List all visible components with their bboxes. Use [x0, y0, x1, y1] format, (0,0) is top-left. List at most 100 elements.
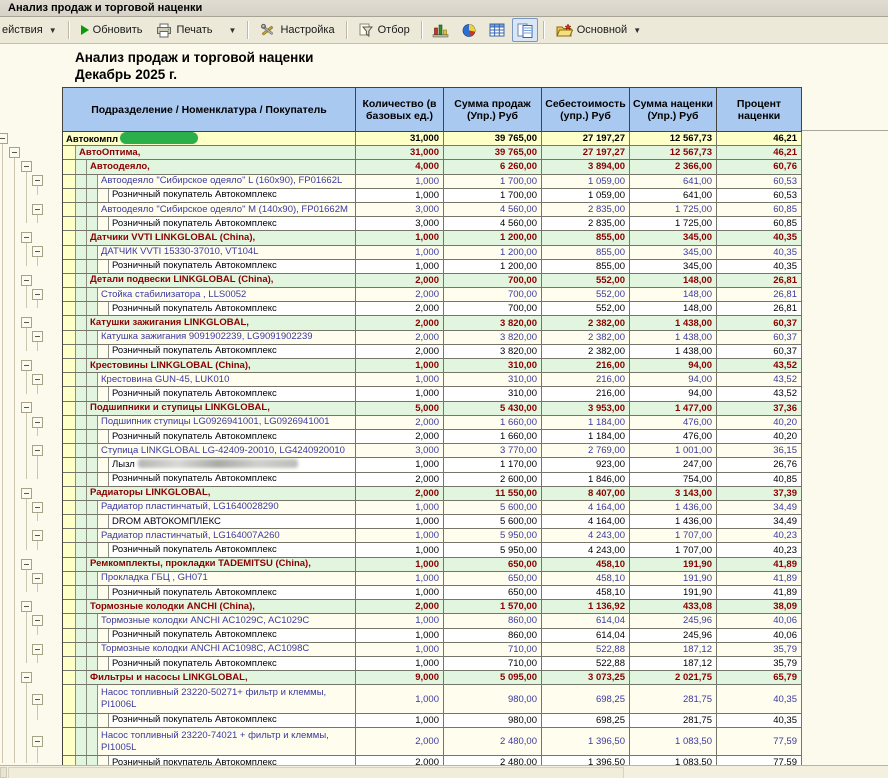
- table-row[interactable]: Розничный покупатель Автокомплекс2,0003 …: [63, 345, 802, 359]
- bar-chart-button[interactable]: [428, 18, 454, 42]
- group-indent-strip: [98, 629, 109, 642]
- tree-collapse-box[interactable]: [32, 615, 43, 626]
- report-variant-button[interactable]: Основной ▼: [550, 18, 647, 42]
- table-row[interactable]: Подшипники и ступицы LINKGLOBAL,5,0005 4…: [63, 402, 802, 416]
- table-row[interactable]: Ремкомплекты, прокладки TADEMITSU (China…: [63, 558, 802, 572]
- table-row[interactable]: Катушки зажигания LINKGLOBAL,2,0003 820,…: [63, 316, 802, 330]
- tree-collapse-box[interactable]: [32, 331, 43, 342]
- tree-collapse-box[interactable]: [21, 601, 32, 612]
- scrollbar-left-edge[interactable]: [0, 767, 7, 778]
- table-row[interactable]: Розничный покупатель Автокомплекс1,0005 …: [63, 543, 802, 557]
- tree-collapse-box[interactable]: [32, 204, 43, 215]
- tree-collapse-box[interactable]: [21, 488, 32, 499]
- tree-collapse-box[interactable]: [32, 502, 43, 513]
- row-name-text: Тормозные колодки ANCHI AC1098C, AC1098C: [98, 643, 309, 655]
- table-row[interactable]: Катушка зажигания 9091902239, LG90919022…: [63, 331, 802, 345]
- table-row[interactable]: Тормозные колодки ANCHI (China),2,0001 5…: [63, 600, 802, 614]
- table-row[interactable]: Розничный покупатель Автокомплекс1,00065…: [63, 586, 802, 600]
- table-row[interactable]: Детали подвески LINKGLOBAL (China),2,000…: [63, 274, 802, 288]
- qty-cell: 1,000: [356, 359, 444, 372]
- scrollbar-thumb[interactable]: [8, 767, 624, 778]
- table-row[interactable]: Насос топливный 23220-74021 + фильтр и к…: [63, 728, 802, 756]
- table-row[interactable]: Радиатор пластинчатый, LG164007A2601,000…: [63, 529, 802, 543]
- table-row[interactable]: Лызл1,0001 170,00923,00247,0026,76: [63, 458, 802, 472]
- settings-button[interactable]: Настройка: [254, 18, 340, 42]
- table-row[interactable]: Автоодеяло "Сибирское одеяло" L (160x90)…: [63, 175, 802, 189]
- table-row[interactable]: Подшипник ступицы LG0926941001, LG092694…: [63, 416, 802, 430]
- tree-collapse-box[interactable]: [21, 360, 32, 371]
- tree-collapse-box[interactable]: [32, 644, 43, 655]
- tree-collapse-box[interactable]: [9, 147, 20, 158]
- table-row[interactable]: Розничный покупатель Автокомплекс1,00086…: [63, 629, 802, 643]
- tree-collapse-box[interactable]: [32, 573, 43, 584]
- tree-collapse-box[interactable]: [21, 161, 32, 172]
- table-row[interactable]: Розничный покупатель Автокомплекс2,0002 …: [63, 473, 802, 487]
- row-name-cell: АвтоОптима,: [63, 146, 356, 159]
- row-name-cell: Розничный покупатель Автокомплекс: [63, 586, 356, 599]
- tree-collapse-box[interactable]: [32, 175, 43, 186]
- table-row[interactable]: Датчики VVTI LINKGLOBAL (China),1,0001 2…: [63, 231, 802, 245]
- percent-cell: 36,15: [717, 444, 802, 457]
- row-name-text: Тормозные колодки ANCHI (China),: [87, 601, 255, 613]
- filter-button[interactable]: Отбор: [353, 18, 416, 42]
- table-row[interactable]: ДАТЧИК VVTI 15330-37010, VT104L1,0001 20…: [63, 246, 802, 260]
- tree-collapse-box[interactable]: [21, 402, 32, 413]
- tree-collapse-box[interactable]: [32, 289, 43, 300]
- margin-cell: 187,12: [630, 643, 717, 656]
- table-row[interactable]: Насос топливный 23220-50271+ фильтр и кл…: [63, 685, 802, 713]
- pie-chart-button[interactable]: [456, 18, 482, 42]
- tree-collapse-box[interactable]: [32, 736, 43, 747]
- table-row[interactable]: Фильтры и насосы LINKGLOBAL,9,0005 095,0…: [63, 671, 802, 685]
- cost-cell: 1 136,92: [542, 600, 630, 613]
- table-row[interactable]: Радиатор пластинчатый, LG16400282901,000…: [63, 501, 802, 515]
- sum-cell: 310,00: [444, 387, 542, 400]
- table-row[interactable]: Розничный покупатель Автокомплекс1,00098…: [63, 714, 802, 728]
- table-view-button[interactable]: [484, 18, 510, 42]
- table-row[interactable]: DROM АВТОКОМПЛЕКС1,0005 600,004 164,001 …: [63, 515, 802, 529]
- row-name-text: Крестовины LINKGLOBAL (China),: [87, 360, 251, 372]
- tree-collapse-box[interactable]: [32, 530, 43, 541]
- margin-cell: 191,90: [630, 558, 717, 571]
- pivot-view-button[interactable]: [512, 18, 538, 42]
- table-row[interactable]: Розничный покупатель Автокомплекс1,00031…: [63, 387, 802, 401]
- table-row[interactable]: Тормозные колодки ANCHI AC1098C, AC1098C…: [63, 643, 802, 657]
- print-button[interactable]: Печать: [150, 18, 218, 42]
- tree-collapse-box[interactable]: [21, 232, 32, 243]
- tree-collapse-box[interactable]: [21, 559, 32, 570]
- table-row[interactable]: Розничный покупатель Автокомплекс3,0004 …: [63, 217, 802, 231]
- table-row[interactable]: Стойка стабилизатора , LLS00522,000700,0…: [63, 288, 802, 302]
- qty-cell: 2,000: [356, 756, 444, 765]
- table-row[interactable]: Розничный покупатель Автокомплекс1,0001 …: [63, 260, 802, 274]
- tree-collapse-box[interactable]: [21, 317, 32, 328]
- table-row[interactable]: Розничный покупатель Автокомплекс2,0002 …: [63, 756, 802, 765]
- tree-collapse-box[interactable]: [0, 133, 8, 144]
- table-row[interactable]: АвтоОптима,31,00039 765,0027 197,2712 56…: [63, 146, 802, 160]
- table-row[interactable]: Розничный покупатель Автокомплекс1,00071…: [63, 657, 802, 671]
- table-row[interactable]: Автокомпл31,00039 765,0027 197,2712 567,…: [63, 132, 802, 146]
- tree-collapse-box[interactable]: [21, 275, 32, 286]
- print-options-button[interactable]: ▼: [221, 18, 243, 42]
- qty-cell: 1,000: [356, 685, 444, 712]
- table-row[interactable]: Ступица LINKGLOBAL LG-42409-20010, LG424…: [63, 444, 802, 458]
- tree-collapse-box[interactable]: [32, 445, 43, 456]
- tree-collapse-box[interactable]: [32, 246, 43, 257]
- horizontal-scrollbar[interactable]: [0, 765, 888, 778]
- table-row[interactable]: Автоодеяло,4,0006 260,003 894,002 366,00…: [63, 160, 802, 174]
- tree-collapse-box[interactable]: [21, 672, 32, 683]
- table-row[interactable]: Автоодеяло "Сибирское одеяло" М (140x90)…: [63, 203, 802, 217]
- tree-collapse-box[interactable]: [32, 417, 43, 428]
- table-row[interactable]: Розничный покупатель Автокомплекс1,0001 …: [63, 189, 802, 203]
- table-row[interactable]: Тормозные колодки ANCHI AC1029C, AC1029C…: [63, 614, 802, 628]
- refresh-button[interactable]: Обновить: [75, 18, 149, 42]
- row-name-cell: Детали подвески LINKGLOBAL (China),: [63, 274, 356, 287]
- table-row[interactable]: Радиаторы LINKGLOBAL,2,00011 550,008 407…: [63, 487, 802, 501]
- table-row[interactable]: Розничный покупатель Автокомплекс2,0001 …: [63, 430, 802, 444]
- actions-button[interactable]: ействия▼: [0, 18, 63, 42]
- row-name-cell: Розничный покупатель Автокомплекс: [63, 260, 356, 273]
- table-row[interactable]: Прокладка ГБЦ , GH0711,000650,00458,1019…: [63, 572, 802, 586]
- tree-collapse-box[interactable]: [32, 694, 43, 705]
- table-row[interactable]: Розничный покупатель Автокомплекс2,00070…: [63, 302, 802, 316]
- tree-collapse-box[interactable]: [32, 374, 43, 385]
- table-row[interactable]: Крестовины LINKGLOBAL (China),1,000310,0…: [63, 359, 802, 373]
- table-row[interactable]: Крестовина GUN-45, LUK0101,000310,00216,…: [63, 373, 802, 387]
